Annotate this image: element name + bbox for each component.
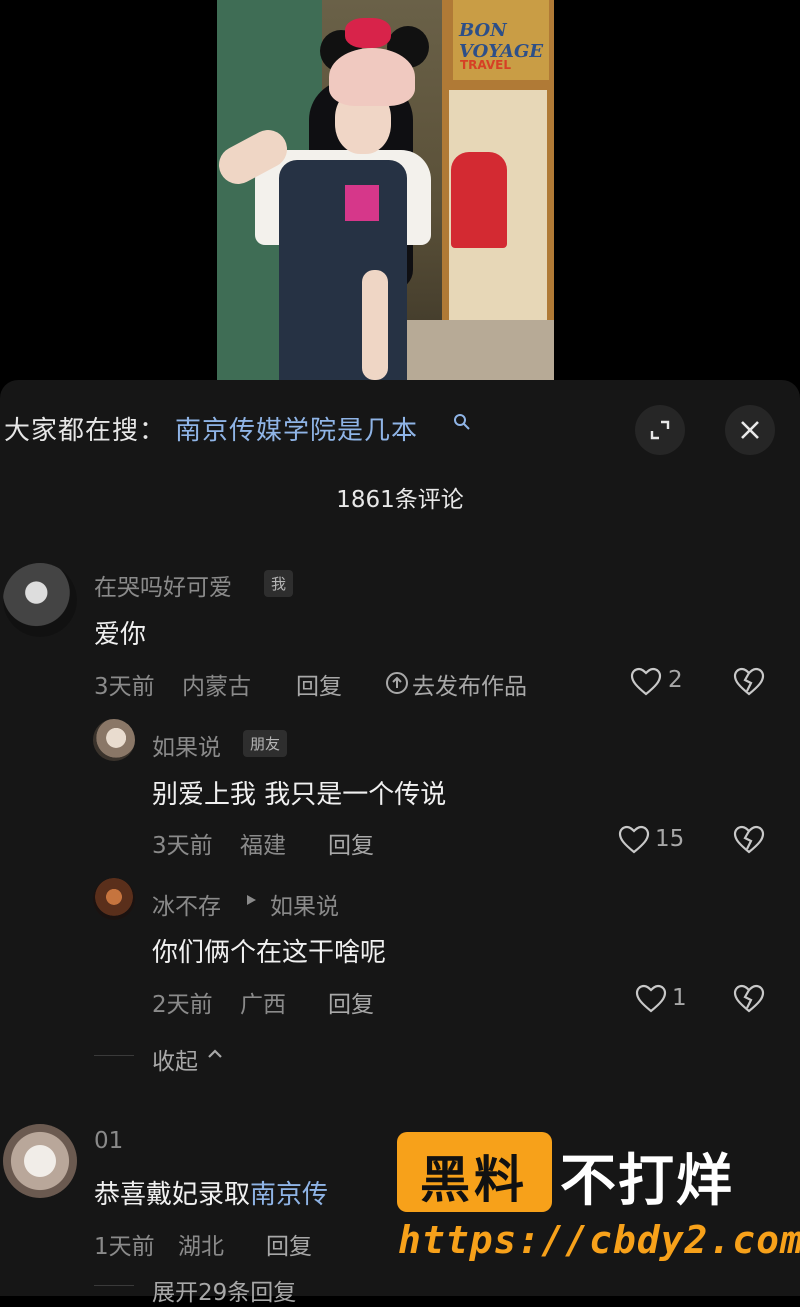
reply-button[interactable]: 回复 (328, 985, 374, 1019)
reply-to-username[interactable]: 如果说 (270, 887, 339, 921)
heart-icon[interactable] (630, 667, 662, 697)
watermark-slogan: 不打烊 (560, 1149, 734, 1214)
broken-heart-icon[interactable] (732, 667, 766, 697)
expand-replies-button[interactable]: 展开29条回复 (152, 1273, 296, 1307)
search-suggestion-prefix: 大家都在搜： (4, 416, 167, 446)
avatar[interactable] (93, 719, 135, 761)
comment-text: 爱你 (94, 620, 147, 650)
friend-badge: 朋友 (243, 730, 288, 757)
publish-work-button[interactable]: 去发布作品 (412, 667, 527, 701)
comment-count-title: 1861条评论 (336, 487, 464, 513)
video-person-hat (329, 48, 415, 106)
comment-time: 1天前 (94, 1234, 155, 1260)
video-person-arm-lower (362, 270, 388, 380)
like-count: 15 (655, 826, 685, 852)
heart-icon[interactable] (635, 984, 667, 1014)
video-scene-steps (402, 320, 554, 380)
reply-text: 别爱上我 我只是一个传说 (152, 780, 447, 810)
watermark-url: https://cbdy2.com (398, 1218, 800, 1262)
search-icon[interactable] (452, 412, 472, 432)
video-scene-dress (451, 152, 507, 248)
comment-text-main: 恭喜戴妃录取 (94, 1180, 251, 1210)
avatar[interactable] (3, 563, 77, 637)
comment-username[interactable]: 01 (94, 1128, 123, 1154)
avatar[interactable] (93, 878, 135, 920)
video-player[interactable]: BON VOYAGE TRAVEL (217, 0, 554, 380)
reply-button[interactable]: 回复 (296, 667, 342, 701)
reply-time: 3天前 (152, 833, 213, 859)
expand-button[interactable] (635, 405, 685, 455)
collapse-replies-button[interactable]: 收起 (152, 1042, 198, 1076)
thread-divider (94, 1285, 134, 1286)
reply-username[interactable]: 冰不存 (152, 887, 221, 921)
video-sign-text: BON VOYAGE (459, 20, 544, 62)
like-count: 2 (668, 667, 683, 693)
comment-time: 3天前 (94, 674, 155, 700)
comment-text: 恭喜戴妃录取南京传 (94, 1174, 328, 1211)
close-icon (741, 421, 759, 439)
broken-heart-icon[interactable] (732, 984, 766, 1014)
reply-button[interactable]: 回复 (328, 826, 374, 860)
comment-search-link[interactable]: 南京传 (250, 1180, 328, 1210)
watermark-logo-text: 黑料 (420, 1151, 528, 1209)
heart-icon[interactable] (618, 825, 650, 855)
video-sign-subtext: TRAVEL (460, 58, 512, 72)
video-person-hat-bow (345, 18, 391, 48)
reply-username[interactable]: 如果说 (152, 728, 221, 762)
close-button[interactable] (725, 405, 775, 455)
comment-location: 湖北 (178, 1234, 224, 1260)
like-count: 1 (672, 985, 687, 1011)
publish-icon[interactable] (385, 671, 409, 695)
reply-text: 你们俩个在这干啥呢 (152, 938, 387, 968)
chevron-up-icon[interactable] (206, 1046, 224, 1060)
expand-icon (650, 420, 670, 440)
reply-location: 广西 (240, 992, 286, 1018)
self-badge: 我 (264, 570, 294, 597)
reply-time: 2天前 (152, 992, 213, 1018)
search-suggestion-link[interactable]: 南京传媒学院是几本 (175, 410, 418, 447)
reply-location: 福建 (240, 833, 286, 859)
comment-username[interactable]: 在哭吗好可爱 (94, 568, 232, 602)
reply-button[interactable]: 回复 (266, 1227, 312, 1261)
comment-location: 内蒙古 (182, 674, 251, 700)
thread-divider (94, 1055, 134, 1056)
broken-heart-icon[interactable] (732, 825, 766, 855)
video-person-bow-tie (345, 185, 379, 221)
reply-arrow-icon (247, 895, 256, 905)
avatar[interactable] (3, 1124, 77, 1198)
